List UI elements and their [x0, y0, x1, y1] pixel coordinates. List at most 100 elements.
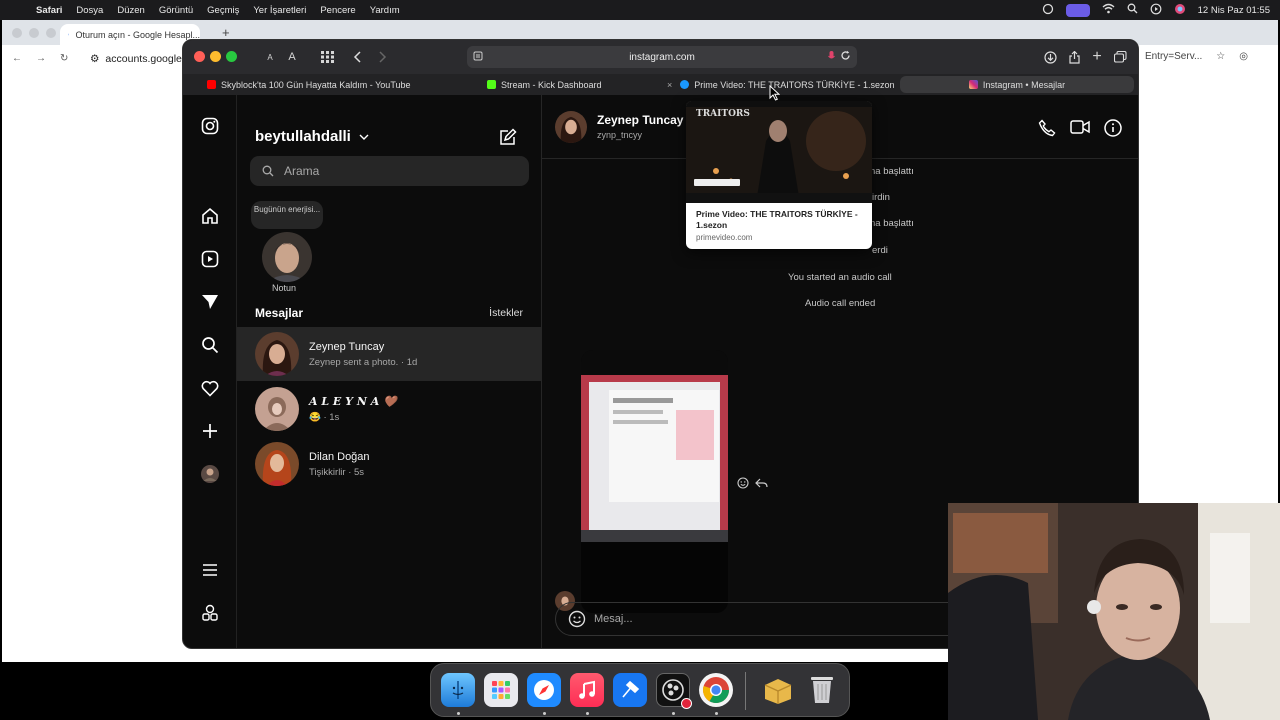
safari-minimize-button[interactable] — [210, 51, 221, 62]
system-message: You started an audio call — [788, 272, 892, 283]
prime-video-icon — [680, 80, 690, 89]
heart-icon[interactable] — [199, 377, 221, 399]
running-indicator — [543, 712, 546, 715]
text-larger-button[interactable]: A — [281, 48, 303, 66]
home-icon[interactable] — [199, 205, 221, 227]
profile-icon[interactable]: ◎ — [1239, 51, 1248, 62]
requests-link[interactable]: İstekler — [489, 307, 523, 319]
conversation-item[interactable]: Dilan Doğan Tişikkirlir · 5s — [237, 437, 542, 491]
tab-kick[interactable]: Stream - Kick Dashboard — [487, 74, 602, 95]
shared-photo-message[interactable] — [581, 350, 728, 613]
xcode-icon[interactable] — [613, 673, 647, 707]
reply-icon[interactable] — [755, 476, 768, 494]
reload-icon[interactable] — [840, 50, 851, 64]
running-indicator — [672, 712, 675, 715]
chat-avatar[interactable] — [555, 111, 587, 143]
tab-prime-video[interactable]: × Prime Video: THE TRAITORS TÜRKİYE - 1.… — [667, 74, 895, 95]
chrome-zoom-button[interactable] — [46, 28, 56, 38]
share-icon[interactable] — [1063, 48, 1085, 66]
trash-icon[interactable] — [805, 673, 839, 707]
messages-icon[interactable] — [199, 291, 221, 313]
chrome-traffic-lights — [12, 28, 56, 38]
launchpad-icon[interactable] — [484, 673, 518, 707]
menu-app-name[interactable]: Safari — [36, 5, 62, 16]
control-center-icon[interactable] — [1150, 3, 1162, 18]
note-bubble[interactable]: Bugünün enerjisi... — [251, 201, 323, 229]
preview-url: primevideo.com — [696, 233, 753, 243]
safari-zoom-button[interactable] — [226, 51, 237, 62]
menu-item-duzen[interactable]: Düzen — [117, 5, 144, 16]
tab-close-button[interactable]: × — [667, 80, 672, 90]
forward-icon[interactable] — [371, 48, 393, 66]
new-message-icon[interactable] — [499, 128, 517, 151]
profile-avatar-icon[interactable] — [199, 463, 221, 485]
siri-icon[interactable] — [1174, 3, 1186, 18]
conversation-item[interactable]: 𝑨 𝑳 𝑬 𝒀 𝑵 𝑨 🤎 😂 · 1s — [237, 382, 542, 436]
search-nav-icon[interactable] — [199, 334, 221, 356]
conversation-item[interactable]: Zeynep Tuncay Zeynep sent a photo. · 1d — [237, 327, 542, 381]
conversation-info-icon[interactable] — [1104, 119, 1122, 142]
creative-cloud-icon[interactable] — [1042, 3, 1054, 18]
menu-item-gecmis[interactable]: Geçmiş — [207, 5, 239, 16]
back-icon[interactable] — [347, 48, 369, 66]
instagram-logo-icon[interactable] — [199, 115, 221, 137]
chrome-address-bar[interactable]: ⚙ accounts.google — [90, 45, 182, 72]
screen-record-icon[interactable] — [1065, 3, 1090, 17]
chrome-app-icon[interactable] — [699, 673, 733, 707]
audio-call-icon[interactable] — [1038, 119, 1056, 142]
own-note-avatar[interactable] — [262, 232, 312, 282]
safari-close-button[interactable] — [194, 51, 205, 62]
avatar — [255, 332, 299, 376]
tabs-overview-icon[interactable] — [1109, 48, 1131, 66]
emoji-icon[interactable] — [568, 610, 586, 628]
video-call-icon[interactable] — [1070, 119, 1090, 142]
finder-icon[interactable] — [441, 673, 475, 707]
chat-header-actions — [1038, 119, 1122, 142]
chrome-back-icon[interactable]: ← — [12, 53, 22, 64]
chrome-new-tab-button[interactable]: + — [222, 25, 230, 40]
tab-hover-preview[interactable]: TRAITORS Prime Video: THE TRAITORS TÜRKİ… — [686, 101, 872, 249]
chat-contact-name[interactable]: Zeynep Tuncay — [597, 113, 683, 127]
safari-app-icon[interactable] — [527, 673, 561, 707]
account-switcher[interactable]: beytullahdalli — [255, 128, 369, 145]
archive-folder-icon[interactable] — [761, 673, 795, 707]
chrome-minimize-button[interactable] — [29, 28, 39, 38]
create-plus-icon[interactable] — [199, 420, 221, 442]
new-tab-icon[interactable]: + — [1086, 48, 1108, 66]
running-indicator — [586, 712, 589, 715]
chrome-forward-icon[interactable]: → — [36, 53, 46, 64]
system-message: Audio call ended — [805, 298, 876, 309]
tab-youtube[interactable]: Skyblock'ta 100 Gün Hayatta Kaldım - You… — [207, 74, 411, 95]
more-menu-icon[interactable] — [199, 559, 221, 581]
search-input[interactable]: Arama — [250, 156, 529, 186]
avatar — [255, 387, 299, 431]
microphone-icon[interactable] — [828, 51, 835, 65]
chrome-tab-google-signin[interactable]: Oturum açın - Google Hesapl... — [60, 24, 200, 45]
music-icon[interactable] — [570, 673, 604, 707]
reels-icon[interactable] — [199, 248, 221, 270]
bookmark-star-icon[interactable]: ☆ — [1216, 51, 1225, 62]
react-emoji-icon[interactable] — [737, 476, 749, 494]
system-message: irdin — [872, 192, 890, 203]
text-smaller-button[interactable]: A — [259, 48, 281, 66]
page-menu-icon[interactable] — [473, 51, 483, 64]
chrome-reload-icon[interactable]: ↻ — [60, 53, 68, 64]
menu-item-goruntu[interactable]: Görüntü — [159, 5, 193, 16]
menubar-clock[interactable]: 12 Nis Paz 01:55 — [1198, 5, 1270, 16]
chrome-close-button[interactable] — [12, 28, 22, 38]
downloads-icon[interactable] — [1039, 48, 1061, 66]
tab-instagram[interactable]: Instagram • Mesajlar — [900, 76, 1134, 93]
conversation-list-panel: beytullahdalli Arama Bugünün enerjisi...… — [237, 95, 542, 648]
running-indicator — [715, 712, 718, 715]
site-info-icon[interactable]: ⚙ — [90, 53, 99, 65]
wifi-icon[interactable] — [1102, 3, 1115, 17]
tab-overview-icon[interactable] — [317, 48, 339, 66]
obs-icon[interactable] — [656, 673, 692, 709]
menu-item-pencere[interactable]: Pencere — [320, 5, 355, 16]
menu-item-dosya[interactable]: Dosya — [76, 5, 103, 16]
spotlight-icon[interactable] — [1127, 3, 1138, 17]
menu-item-yer-isaretleri[interactable]: Yer İşaretleri — [253, 5, 306, 16]
also-from-meta-icon[interactable] — [199, 602, 221, 624]
menu-item-yardim[interactable]: Yardım — [370, 5, 400, 16]
safari-address-bar[interactable]: instagram.com — [467, 46, 857, 68]
